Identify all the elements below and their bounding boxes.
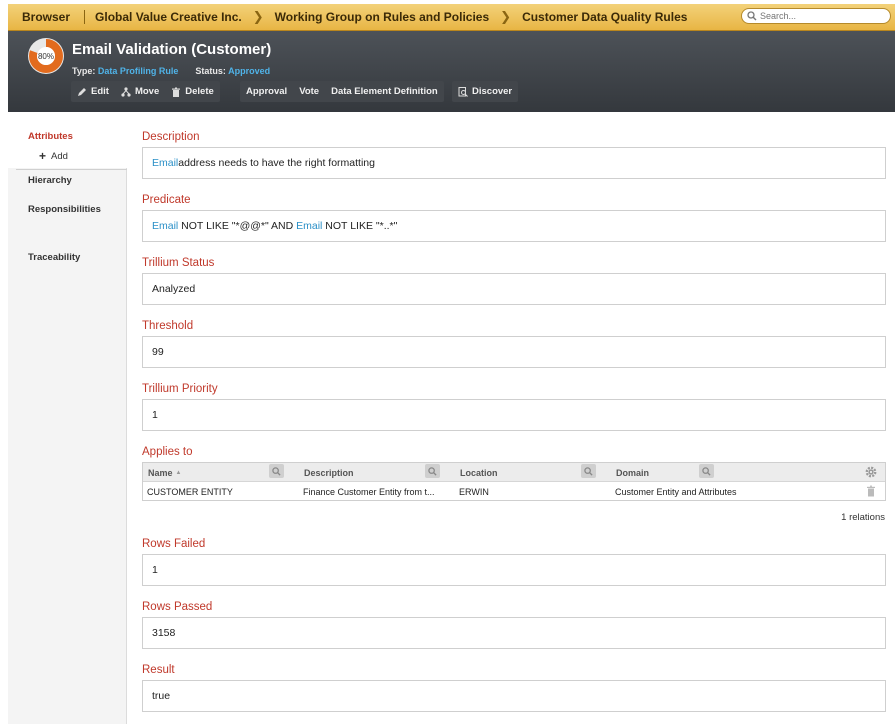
- description-keyword[interactable]: Email: [152, 157, 178, 169]
- description-field[interactable]: Email address needs to have the right fo…: [142, 147, 886, 179]
- rows-passed-field[interactable]: 3158: [142, 617, 886, 649]
- search-input[interactable]: [760, 11, 880, 21]
- cell-location: ERWIN: [459, 486, 489, 497]
- plus-icon: +: [39, 149, 47, 163]
- status-label: Status:: [195, 66, 226, 76]
- cell-description: Finance Customer Entity from t...: [303, 486, 435, 497]
- description-label: Description: [142, 131, 200, 143]
- predicate-keyword-2[interactable]: Email: [296, 220, 322, 232]
- table-row[interactable]: CUSTOMER ENTITY Finance Customer Entity …: [143, 482, 885, 501]
- breadcrumb-domain[interactable]: Working Group on Rules and Policies: [271, 10, 493, 24]
- chevron-right-icon: ❯: [500, 9, 512, 24]
- data-element-definition-button[interactable]: Data Element Definition: [325, 81, 444, 102]
- vote-button[interactable]: Vote: [293, 81, 325, 102]
- cell-name[interactable]: CUSTOMER ENTITY: [143, 482, 297, 501]
- table-header: Name ▲ Description Location Domain: [143, 463, 885, 482]
- nav-attributes[interactable]: Attributes: [28, 131, 73, 142]
- type-value[interactable]: Data Profiling Rule: [98, 66, 179, 76]
- left-nav: Attributes + Add Hierarchy Responsibilit…: [8, 112, 127, 724]
- column-search-icon[interactable]: [269, 464, 284, 478]
- approval-button[interactable]: Approval: [240, 81, 293, 102]
- status-value[interactable]: Approved: [228, 66, 270, 76]
- cell-domain: Customer Entity and Attributes: [615, 486, 737, 497]
- applies-to-label: Applies to: [142, 446, 193, 458]
- asset-meta: Type: Data Profiling Rule Status: Approv…: [72, 66, 270, 76]
- type-label: Type:: [72, 66, 96, 76]
- result-label: Result: [142, 664, 175, 676]
- applies-to-table: Name ▲ Description Location Domain CUSTOM…: [142, 462, 886, 501]
- threshold-field[interactable]: 99: [142, 336, 886, 368]
- relations-count: 1 relations: [841, 512, 885, 523]
- predicate-label: Predicate: [142, 194, 191, 206]
- edit-toolbar: Edit Move Delete: [71, 81, 220, 102]
- rows-passed-label: Rows Passed: [142, 601, 213, 613]
- gear-icon[interactable]: [865, 466, 877, 478]
- workflow-toolbar: Approval Vote Data Element Definition: [240, 81, 444, 102]
- trillium-priority-label: Trillium Priority: [142, 383, 218, 395]
- sort-asc-icon: ▲: [175, 469, 182, 476]
- gauge-score: 80%: [38, 52, 54, 61]
- rows-failed-label: Rows Failed: [142, 538, 206, 550]
- trash-icon[interactable]: [866, 485, 876, 497]
- page-title: Email Validation (Customer): [72, 41, 272, 58]
- threshold-label: Threshold: [142, 320, 194, 332]
- column-header-location[interactable]: Location: [455, 463, 498, 482]
- chevron-right-icon: ❯: [252, 9, 264, 24]
- nav-traceability[interactable]: Traceability: [28, 252, 80, 263]
- discover-button[interactable]: Discover: [452, 81, 518, 102]
- column-header-name[interactable]: Name ▲: [143, 463, 181, 482]
- search-icon: [747, 11, 757, 21]
- predicate-field[interactable]: Email NOT LIKE "*@@*" AND Email NOT LIKE…: [142, 210, 886, 242]
- breadcrumb-current[interactable]: Customer Data Quality Rules: [518, 10, 691, 24]
- trash-icon: [172, 87, 181, 97]
- column-header-domain[interactable]: Domain: [611, 463, 649, 482]
- rows-failed-field[interactable]: 1: [142, 554, 886, 586]
- column-search-icon[interactable]: [425, 464, 440, 478]
- trillium-status-field[interactable]: Analyzed: [142, 273, 886, 305]
- breadcrumb-browser[interactable]: Browser: [8, 10, 80, 24]
- asset-header: 80% Email Validation (Customer) Type: Da…: [8, 31, 895, 112]
- pencil-icon: [78, 87, 86, 96]
- move-button[interactable]: Move: [115, 81, 165, 102]
- breadcrumb: Browser Global Value Creative Inc. ❯ Wor…: [8, 4, 895, 31]
- add-attribute-button[interactable]: + Add: [39, 149, 68, 163]
- column-search-icon[interactable]: [699, 464, 714, 478]
- column-header-description[interactable]: Description: [299, 463, 354, 482]
- column-search-icon[interactable]: [581, 464, 596, 478]
- discover-icon: [458, 86, 468, 97]
- breadcrumb-divider: [84, 10, 86, 24]
- search-box[interactable]: [741, 8, 891, 24]
- result-field[interactable]: true: [142, 680, 886, 712]
- move-icon: [121, 86, 131, 97]
- edit-button[interactable]: Edit: [71, 81, 115, 102]
- breadcrumb-community[interactable]: Global Value Creative Inc.: [91, 10, 246, 24]
- nav-responsibilities[interactable]: Responsibilities: [28, 204, 101, 215]
- trillium-priority-field[interactable]: 1: [142, 399, 886, 431]
- delete-button[interactable]: Delete: [165, 81, 220, 102]
- nav-hierarchy[interactable]: Hierarchy: [28, 175, 72, 186]
- discover-toolbar: Discover: [452, 81, 519, 102]
- trillium-status-label: Trillium Status: [142, 257, 215, 269]
- completeness-gauge: 80%: [28, 38, 64, 74]
- predicate-keyword-1[interactable]: Email: [152, 220, 178, 232]
